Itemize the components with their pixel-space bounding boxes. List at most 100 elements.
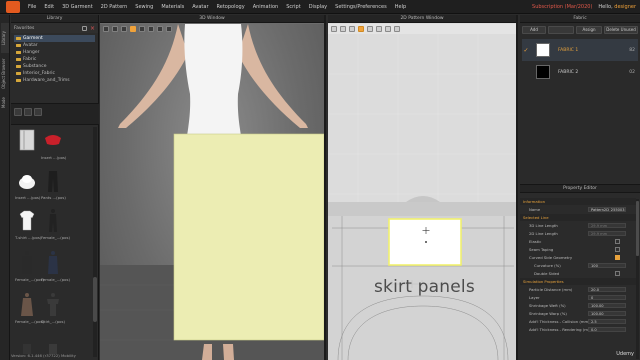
remove-favorite-icon[interactable]: × (90, 25, 95, 31)
circle-tool-icon[interactable] (376, 26, 382, 32)
menu-animation[interactable]: Animation (249, 4, 283, 10)
tree-item-avatar[interactable]: Avatar (14, 42, 95, 49)
thumb-item[interactable]: Female_...(pos) (41, 207, 70, 240)
view-forward-icon[interactable] (24, 108, 32, 116)
thumb-item[interactable]: T-shirt ...(pos) (15, 207, 41, 240)
transform-pattern-tool-icon[interactable] (331, 26, 337, 32)
menu-settings[interactable]: Settings/Preferences (331, 4, 391, 10)
library-scroll-thumb[interactable] (93, 277, 97, 322)
prop-value[interactable]: 100.00 (588, 311, 626, 316)
tree-item-hardware-trims[interactable]: Hardware_and_Trims (14, 77, 95, 84)
thumb-item[interactable]: Female_...(pos) (15, 291, 44, 324)
section-simulation[interactable]: Simulation Properties (520, 278, 636, 285)
tree-item-garment[interactable]: Garment (14, 35, 95, 42)
prop-value[interactable]: 0 (588, 295, 626, 300)
segment-sewing-tool-icon[interactable] (394, 26, 400, 32)
library-scrollbar[interactable] (93, 127, 97, 357)
prop-layer: Layer 0 (520, 294, 636, 301)
menu-script[interactable]: Script (282, 4, 305, 10)
menu-file[interactable]: File (24, 4, 40, 10)
add-favorite-icon[interactable] (82, 25, 87, 31)
library-title: Library (11, 15, 98, 23)
prop-value[interactable]: 20.0 (588, 287, 626, 292)
thumb-image (15, 291, 39, 319)
menu-3d-garment[interactable]: 3D Garment (58, 4, 97, 10)
simulate-tool-icon[interactable] (130, 26, 136, 32)
tree-item-label: Hardware_and_Trims (23, 78, 70, 83)
2d-pattern-window[interactable]: 2D Pattern Window skirt panels (328, 15, 518, 360)
view-mode-icon[interactable] (34, 108, 42, 116)
edit-curvature-tool-icon[interactable] (349, 26, 355, 32)
prop-value[interactable]: Pattern2D_255003 (588, 207, 626, 212)
folder-icon (16, 79, 21, 82)
thumb-item[interactable]: Skirt_...(pos) (41, 291, 65, 324)
thumb-item[interactable]: Insert ...(pos) (41, 127, 66, 160)
transform-tool-icon[interactable] (112, 26, 118, 32)
internal-line-tool-icon[interactable] (385, 26, 391, 32)
menu-retopology[interactable]: Retopology (213, 4, 249, 10)
user-greeting[interactable]: Hello, designer (598, 4, 636, 10)
prop-label: 2D Line Length (529, 231, 558, 236)
fabric-item[interactable]: FABRIC 2 02 (522, 61, 638, 83)
menu-help[interactable]: Help (391, 4, 410, 10)
rectangle-tool-icon[interactable] (358, 26, 364, 32)
menu-materials[interactable]: Materials (157, 4, 188, 10)
select-mesh-tool-icon[interactable] (103, 26, 109, 32)
tree-item-interior-fabric[interactable]: Interior_Fabric (14, 70, 95, 77)
view-back-icon[interactable] (14, 108, 22, 116)
prop-label: Shrinkage Weft (%) (529, 303, 566, 308)
menu-2d-pattern[interactable]: 2D Pattern (97, 4, 132, 10)
side-tab-library[interactable]: Library (1, 23, 9, 53)
section-information[interactable]: Information (520, 198, 636, 205)
menu-edit[interactable]: Edit (40, 4, 58, 10)
prop-label: Layer (529, 295, 540, 300)
prop-value[interactable]: 0.0 (588, 327, 626, 332)
prop-curvature: Curvature (%) 100 (520, 262, 636, 269)
thumb-item[interactable]: Insert ...(pos) (15, 167, 40, 200)
tack-tool-icon[interactable] (157, 26, 163, 32)
arrangement-tool-icon[interactable] (148, 26, 154, 32)
status-bar: Version: 6.1.446 (r37722) Mobility (11, 353, 76, 358)
menu-avatar[interactable]: Avatar (188, 4, 212, 10)
pattern-center-point (425, 241, 427, 243)
fabric-swatch (536, 65, 550, 79)
edit-pattern-tool-icon[interactable] (340, 26, 346, 32)
thumb-image (41, 127, 65, 155)
thumb-image (41, 207, 65, 235)
curved-side-checkbox[interactable] (615, 255, 620, 260)
tree-item-substance[interactable]: Substance (14, 63, 95, 70)
fold-tool-icon[interactable] (139, 26, 145, 32)
polygon-tool-icon[interactable] (367, 26, 373, 32)
2d-pattern-canvas[interactable] (328, 34, 518, 360)
pin-tool-icon[interactable] (121, 26, 127, 32)
thumb-item[interactable]: Female_...(pos) (41, 249, 70, 282)
prop-value[interactable]: 100.00 (588, 303, 626, 308)
seam-taping-checkbox[interactable] (615, 247, 620, 252)
side-tab-mode[interactable]: Mode (1, 95, 9, 111)
measure-tool-icon[interactable] (166, 26, 172, 32)
copy-fabric-button[interactable] (548, 26, 574, 34)
property-scroll-thumb[interactable] (636, 201, 639, 256)
elastic-checkbox[interactable] (615, 239, 620, 244)
tree-item-fabric[interactable]: Fabric (14, 56, 95, 63)
delete-unused-button[interactable]: Delete Unused (604, 26, 638, 34)
3d-avatar-scene (118, 24, 324, 360)
double-sided-checkbox[interactable] (615, 271, 620, 276)
fabric-item[interactable]: ✓ FABRIC 1 82 (522, 39, 638, 61)
property-scrollbar[interactable] (636, 199, 639, 359)
thumb-label: Female_...(pos) (41, 235, 70, 240)
side-tab-object-browser[interactable]: Object Browser (1, 57, 9, 91)
prop-value[interactable]: 100 (588, 263, 626, 268)
section-selected-line[interactable]: Selected Line (520, 214, 636, 221)
add-fabric-button[interactable]: Add (522, 26, 546, 34)
thumb-item[interactable]: Female_...(pos) (15, 249, 44, 282)
3d-window[interactable]: 3D Window (100, 15, 326, 360)
thumb-item[interactable] (15, 127, 39, 155)
tree-item-hanger[interactable]: Hanger (14, 49, 95, 56)
assign-fabric-button[interactable]: Assign (576, 26, 602, 34)
menu-sewing[interactable]: Sewing (131, 4, 157, 10)
thumb-item[interactable]: Pants ...(pos) (41, 167, 66, 200)
prop-value[interactable]: 2.5 (588, 319, 626, 324)
menu-display[interactable]: Display (305, 4, 331, 10)
thumb-label: Pants ...(pos) (41, 195, 66, 200)
